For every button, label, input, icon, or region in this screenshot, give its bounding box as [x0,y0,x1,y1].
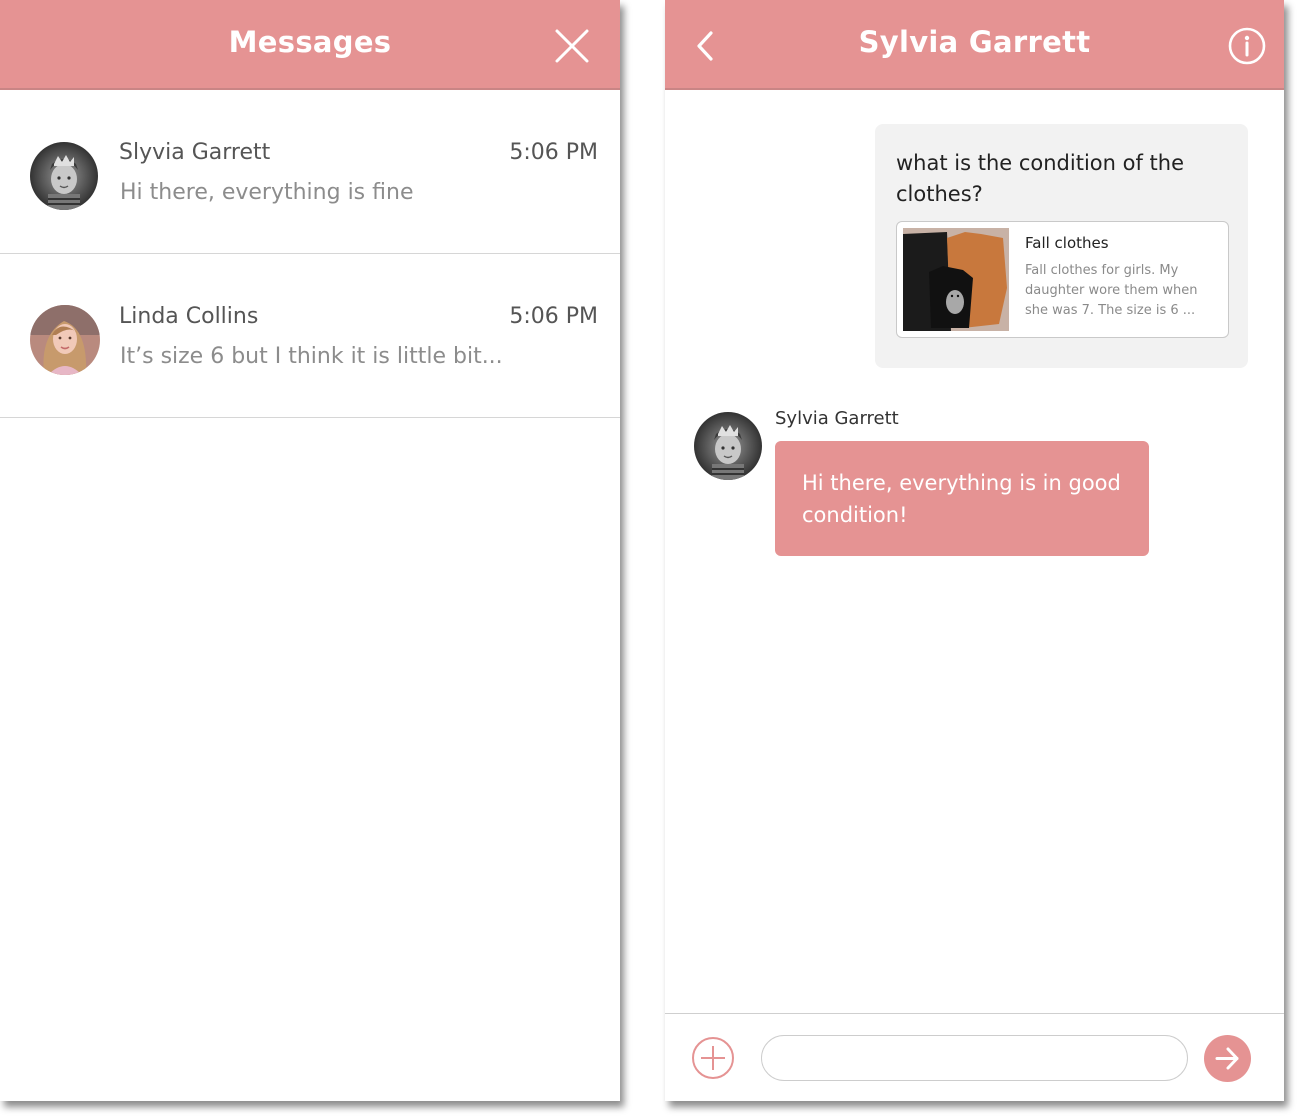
arrow-right-icon [1215,1047,1239,1070]
send-button[interactable] [1204,1035,1251,1082]
listing-thumbnail [903,228,1009,331]
listing-description: Fall clothes for girls. My daughter wore… [1025,263,1198,318]
messages-title: Messages [228,25,392,59]
avatar [30,142,98,210]
listing-card[interactable]: Fall clothes Fall clothes for girls. My … [896,221,1229,338]
chat-screen: Sylvia Garrett what is the condition of … [665,0,1284,1101]
listing-title: Fall clothes [1025,234,1109,252]
conversation-item-linda-collins[interactable]: Linda Collins 5:06 PM It’s size 6 but I … [0,255,620,418]
message-input[interactable] [761,1035,1188,1081]
incoming-message-bubble: Hi there, everything is in good conditio… [775,441,1149,556]
outgoing-message-text: what is the condition of the clothes? [896,151,1185,206]
conversation-name: Slyvia Garrett [119,140,271,165]
info-icon[interactable] [1227,26,1267,66]
close-icon[interactable] [554,28,590,64]
conversation-preview: Hi there, everything is fine [120,180,414,205]
message-composer [665,1013,1284,1101]
chat-title: Sylvia Garrett [858,25,1091,59]
outgoing-message-bubble: what is the condition of the clothes? Fa… [875,124,1248,368]
incoming-message-text: Hi there, everything is in good conditio… [802,471,1121,527]
plus-circle-icon[interactable] [691,1036,735,1080]
messages-header: Messages [0,0,620,90]
conversation-preview: It’s size 6 but I think it is little bit… [120,344,503,369]
chat-header: Sylvia Garrett [665,0,1284,90]
conversation-name: Linda Collins [119,304,259,329]
avatar [694,412,762,480]
conversation-item-slyvia-garrett[interactable]: Slyvia Garrett 5:06 PM Hi there, everyth… [0,91,620,254]
avatar [30,305,100,375]
incoming-sender-name: Sylvia Garrett [775,408,899,429]
messages-screen: Messages Slyvia Garrett 5:06 PM Hi there… [0,0,620,1101]
conversation-time: 5:06 PM [509,304,598,329]
conversation-time: 5:06 PM [509,140,598,165]
